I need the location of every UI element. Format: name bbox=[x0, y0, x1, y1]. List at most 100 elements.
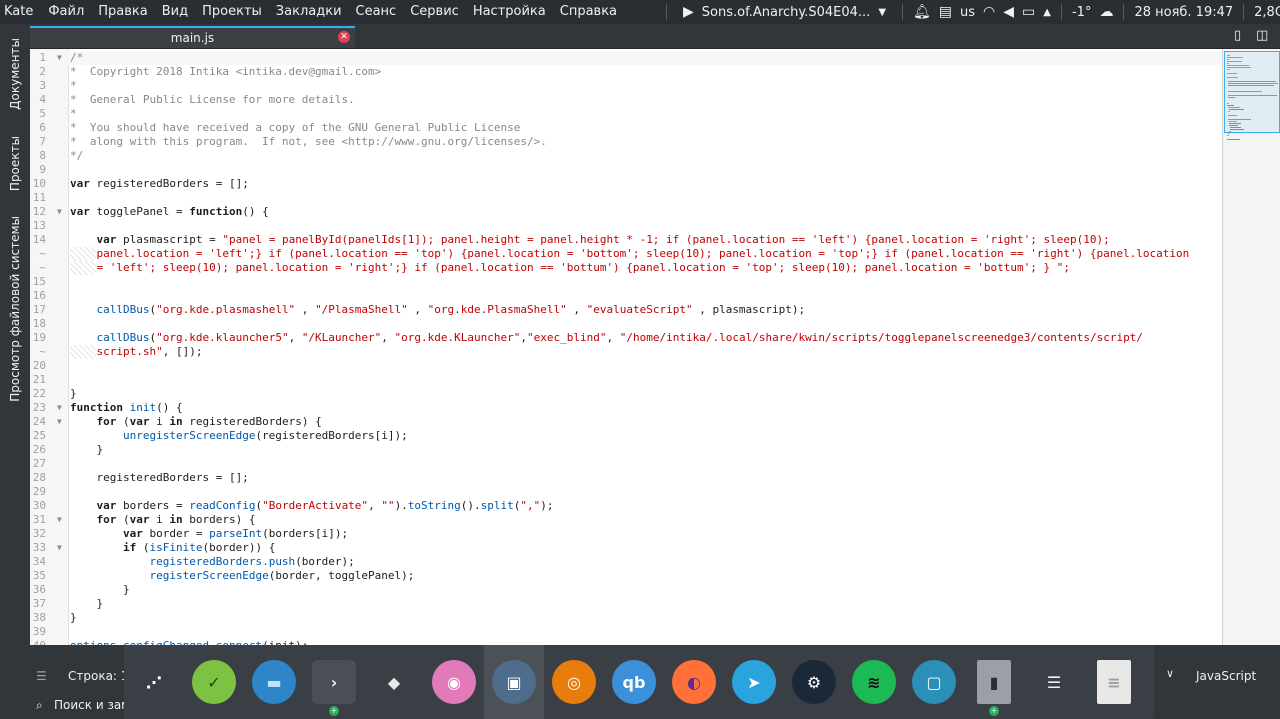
code-line[interactable]: 23 ▼ function init() { bbox=[30, 401, 1222, 415]
menu-session[interactable]: Сеанс bbox=[349, 0, 404, 24]
code-line[interactable]: 4 * General Public License for more detai… bbox=[30, 93, 1222, 107]
code-line[interactable]: 38} bbox=[30, 611, 1222, 625]
notifications-icon[interactable]: 🔔︎ bbox=[909, 4, 935, 20]
dock-item-qbittorrent[interactable]: qb bbox=[604, 645, 664, 719]
code-line[interactable]: 2 * Copyright 2018 Intika <intika.dev@gma… bbox=[30, 65, 1222, 79]
dock-item-firefox[interactable]: ◐ bbox=[664, 645, 724, 719]
play-icon[interactable]: ▶ bbox=[679, 4, 698, 20]
code-line[interactable]: 25 unregisterScreenEdge(registeredBorder… bbox=[30, 429, 1222, 443]
code-line[interactable]: 35 registerScreenEdge(border, togglePane… bbox=[30, 569, 1222, 583]
media-controller[interactable]: ▶ Sons.of.Anarchy.S04E04... ▼ bbox=[673, 4, 896, 20]
cloud-icon[interactable]: ☁ bbox=[1095, 4, 1117, 20]
sidebar-item-filesystem-browser[interactable]: Просмотр файловой системы bbox=[3, 209, 27, 409]
dock-item-video-editor[interactable]: ▣ bbox=[484, 645, 544, 719]
code-editor[interactable]: 1 ▼ /* 2 * Copyright 2018 Intika <intika.dev… bbox=[30, 49, 1222, 645]
dock-item-screenshot[interactable]: ▢ bbox=[904, 645, 964, 719]
fold-marker-icon[interactable]: ▼ bbox=[57, 51, 62, 65]
dock-item-file-manager[interactable]: ▬ bbox=[244, 645, 304, 719]
menu-tools[interactable]: Сервис bbox=[403, 0, 466, 24]
chevron-down-icon[interactable]: ∨ bbox=[1166, 667, 1174, 680]
code-line[interactable]: 7 * along with this program. If not, see … bbox=[30, 135, 1222, 149]
code-line[interactable]: 39 bbox=[30, 625, 1222, 639]
code-line[interactable]: 15 bbox=[30, 275, 1222, 289]
code-line[interactable]: 8 */ bbox=[30, 149, 1222, 163]
code-line[interactable]: 36 } bbox=[30, 583, 1222, 597]
keyboard-layout[interactable]: us bbox=[956, 5, 979, 20]
split-view-icon[interactable]: ◫ bbox=[1256, 28, 1268, 43]
close-icon[interactable]: ✕ bbox=[338, 31, 350, 43]
code-line[interactable]: 28 registeredBorders = []; bbox=[30, 471, 1222, 485]
new-document-icon[interactable]: ▯ bbox=[1234, 28, 1241, 43]
dock-item-terminal[interactable]: › + bbox=[304, 645, 364, 719]
menu-file[interactable]: Файл bbox=[41, 0, 91, 24]
dock-item-map-app[interactable]: ✓ bbox=[184, 645, 244, 719]
code-line[interactable]: ~ panel.location = 'left';} if (panel.lo… bbox=[30, 247, 1222, 261]
code-line[interactable]: 22} bbox=[30, 387, 1222, 401]
fold-marker-icon[interactable]: ▼ bbox=[57, 401, 62, 415]
battery-icon[interactable]: ▭ bbox=[1018, 4, 1039, 20]
code-line[interactable]: 10 var registeredBorders = []; bbox=[30, 177, 1222, 191]
search-replace-toggle[interactable]: Поиск и зам bbox=[54, 698, 130, 712]
code-line[interactable]: 26 } bbox=[30, 443, 1222, 457]
code-line[interactable]: 5 * bbox=[30, 107, 1222, 121]
code-line[interactable]: 34 registeredBorders.push(border); bbox=[30, 555, 1222, 569]
volume-icon[interactable]: ◀ bbox=[999, 4, 1018, 20]
code-line[interactable]: 12 ▼ var togglePanel = function() { bbox=[30, 205, 1222, 219]
syntax-mode[interactable]: JavaScript bbox=[1196, 669, 1256, 683]
code-line[interactable]: 31 ▼ for (var i in borders) { bbox=[30, 513, 1222, 527]
menu-bookmarks[interactable]: Закладки bbox=[269, 0, 349, 24]
code-line[interactable]: 20 bbox=[30, 359, 1222, 373]
dock-item-inkscape[interactable]: ◆ bbox=[364, 645, 424, 719]
code-line[interactable]: ~ script.sh", []); bbox=[30, 345, 1222, 359]
app-menu-title[interactable]: Kate bbox=[0, 0, 41, 24]
dock-item-mixer[interactable]: ☰ bbox=[1024, 645, 1084, 719]
dock-item-blender[interactable]: ◎ bbox=[544, 645, 604, 719]
weather-temperature[interactable]: -1° bbox=[1068, 5, 1095, 20]
menu-edit[interactable]: Правка bbox=[91, 0, 154, 24]
chevron-up-icon[interactable]: ▲ bbox=[1039, 7, 1055, 18]
code-line[interactable]: 16 bbox=[30, 289, 1222, 303]
dock-item-image-viewer[interactable]: ◉ bbox=[424, 645, 484, 719]
code-line[interactable]: 3 * bbox=[30, 79, 1222, 93]
tab-main-js[interactable]: main.js ✕ bbox=[30, 26, 355, 48]
menu-view[interactable]: Вид bbox=[155, 0, 195, 24]
fold-marker-icon[interactable]: ▼ bbox=[57, 513, 62, 527]
cursor-position[interactable]: Строка: 1, bbox=[68, 669, 132, 683]
code-line[interactable]: 37 } bbox=[30, 597, 1222, 611]
dock-item-archiver[interactable]: ▮ + bbox=[964, 645, 1024, 719]
fold-marker-icon[interactable]: ▼ bbox=[57, 415, 62, 429]
code-line[interactable]: 33 ▼ if (isFinite(border)) { bbox=[30, 541, 1222, 555]
dock-item-text-editor[interactable]: ≡ bbox=[1084, 645, 1144, 719]
wifi-icon[interactable]: ◠ bbox=[979, 4, 999, 20]
memory-usage[interactable]: 2,8Gi bbox=[1250, 5, 1280, 20]
dock-item-telegram[interactable]: ➤ bbox=[724, 645, 784, 719]
hamburger-icon[interactable]: ☰ bbox=[36, 669, 47, 683]
dock-item-steam[interactable]: ⚙ bbox=[784, 645, 844, 719]
code-line[interactable]: 18 bbox=[30, 317, 1222, 331]
code-line[interactable]: ~ = 'left'; sleep(10); panel.location = … bbox=[30, 261, 1222, 275]
menu-projects[interactable]: Проекты bbox=[195, 0, 269, 24]
code-line[interactable]: 11 bbox=[30, 191, 1222, 205]
dock-item-launcher[interactable]: ⋰ bbox=[124, 645, 184, 719]
clipboard-icon[interactable]: ▤ bbox=[935, 4, 956, 20]
code-line[interactable]: 21 bbox=[30, 373, 1222, 387]
chevron-down-icon[interactable]: ▼ bbox=[874, 7, 890, 18]
code-line[interactable]: 30 var borders = readConfig("BorderActiv… bbox=[30, 499, 1222, 513]
code-line[interactable]: 32 var border = parseInt(borders[i]); bbox=[30, 527, 1222, 541]
code-line[interactable]: 14 var plasmascript = "panel = panelById… bbox=[30, 233, 1222, 247]
sidebar-item-projects[interactable]: Проекты bbox=[3, 124, 27, 204]
sidebar-item-documents[interactable]: Документы bbox=[3, 28, 27, 120]
code-line[interactable]: 13 bbox=[30, 219, 1222, 233]
code-line[interactable]: 6 * You should have received a copy of th… bbox=[30, 121, 1222, 135]
clock[interactable]: 28 нояб. 19:47 bbox=[1130, 5, 1237, 20]
minimap-scrollbar[interactable] bbox=[1222, 49, 1280, 645]
fold-marker-icon[interactable]: ▼ bbox=[57, 205, 62, 219]
code-line[interactable]: 24 ▼ for (var i in registeredBorders) { bbox=[30, 415, 1222, 429]
code-line[interactable]: 17 callDBus("org.kde.plasmashell" , "/Pl… bbox=[30, 303, 1222, 317]
code-line[interactable]: 1 ▼ /* bbox=[30, 51, 1222, 65]
code-line[interactable]: 9 bbox=[30, 163, 1222, 177]
code-line[interactable]: 27 bbox=[30, 457, 1222, 471]
code-line[interactable]: 19 callDBus("org.kde.klauncher5", "/KLau… bbox=[30, 331, 1222, 345]
dock-item-spotify[interactable]: ≋ bbox=[844, 645, 904, 719]
code-line[interactable]: 29 bbox=[30, 485, 1222, 499]
